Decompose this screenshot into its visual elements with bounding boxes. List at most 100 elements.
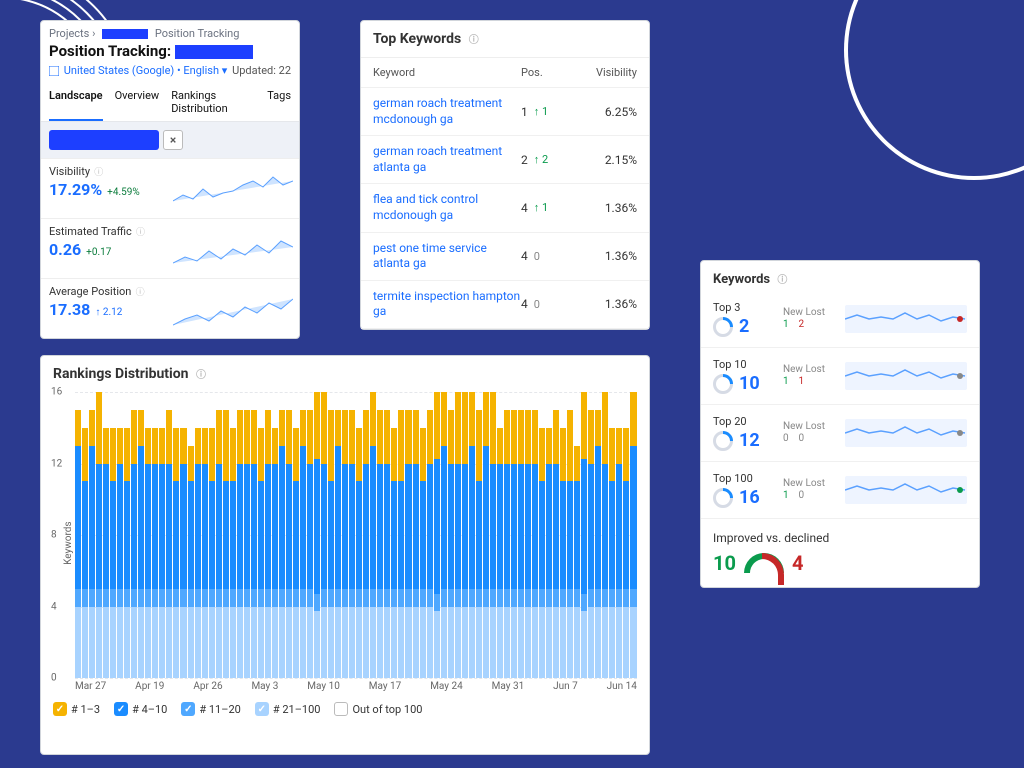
summary-row[interactable]: Top 3 2 New Lost 1 2 xyxy=(701,291,979,348)
title-text: Rankings Distribution xyxy=(53,366,188,382)
keyword-link[interactable]: german roach treatment atlanta ga xyxy=(373,144,521,175)
visibility-cell: 1.36% xyxy=(577,297,637,311)
x-tick: Jun 14 xyxy=(607,681,637,692)
panel-title: Top Keywords ⓘ xyxy=(361,21,649,58)
position-cell: 1 ↑ 1 xyxy=(521,105,577,119)
table-header: Keyword Pos. Visibility xyxy=(361,58,649,88)
keyword-link[interactable]: pest one time service atlanta ga xyxy=(373,241,521,272)
sparkline xyxy=(173,291,293,329)
info-icon[interactable]: ⓘ xyxy=(134,228,145,238)
y-tick: 4 xyxy=(51,601,57,612)
decor-circle xyxy=(844,0,1024,180)
y-axis-label: Keywords xyxy=(63,521,74,564)
legend-item-21-100[interactable]: ✓# 21–100 xyxy=(255,702,321,716)
legend-label: # 21–100 xyxy=(273,703,321,716)
redacted-block xyxy=(175,45,253,59)
locale-selector[interactable]: United States (Google) • English ▾ xyxy=(49,64,227,77)
sparkline xyxy=(173,171,293,209)
tab-landscape[interactable]: Landscape xyxy=(49,89,103,121)
visibility-cell: 1.36% xyxy=(577,249,637,263)
row-label: Top 10 xyxy=(713,358,777,371)
updated-text: Updated: 22 xyxy=(232,64,291,77)
legend-label: # 11–20 xyxy=(199,703,240,716)
x-tick: May 31 xyxy=(492,681,525,692)
col-pos: Pos. xyxy=(521,66,577,79)
tab-tags[interactable]: Tags xyxy=(267,89,291,121)
info-icon[interactable]: ⓘ xyxy=(133,288,144,298)
position-cell: 4 ↑ 1 xyxy=(521,201,577,215)
metric-visibility[interactable]: Visibility ⓘ 17.29% +4.59% xyxy=(41,158,299,218)
row-count: 16 xyxy=(739,487,760,508)
y-tick: 16 xyxy=(51,387,62,398)
position-cell: 4 0 xyxy=(521,249,577,263)
metric-delta: +0.17 xyxy=(86,247,111,258)
improved-count: 10 xyxy=(713,551,736,575)
breadcrumb-page: Position Tracking xyxy=(155,27,240,40)
y-tick: 8 xyxy=(51,530,57,541)
tab-rankings[interactable]: Rankings Distribution xyxy=(171,89,255,121)
table-row: pest one time service atlanta ga 4 0 1.3… xyxy=(361,233,649,281)
col-vis: Visibility xyxy=(577,66,637,79)
position-cell: 2 ↑ 2 xyxy=(521,153,577,167)
metric-value: 0.26 xyxy=(49,240,81,259)
x-tick: Apr 26 xyxy=(193,681,222,692)
sparkline xyxy=(845,476,967,504)
breadcrumb-projects[interactable]: Projects xyxy=(49,27,89,40)
breadcrumb: Projects › Position Tracking xyxy=(41,21,299,40)
clear-chip-button[interactable]: × xyxy=(163,130,183,150)
metric-label: Visibility xyxy=(49,165,90,178)
x-tick: May 10 xyxy=(307,681,340,692)
x-tick: May 24 xyxy=(430,681,463,692)
legend-item-11-20[interactable]: ✓# 11–20 xyxy=(181,702,240,716)
x-tick: May 3 xyxy=(251,681,278,692)
ring-icon xyxy=(713,431,733,451)
row-count: 10 xyxy=(739,373,760,394)
keyword-link[interactable]: german roach treatment mcdonough ga xyxy=(373,96,521,127)
legend-item-out[interactable]: Out of top 100 xyxy=(334,702,422,716)
x-tick: Mar 27 xyxy=(75,681,106,692)
declined-count: 4 xyxy=(792,551,803,575)
filter-chip[interactable] xyxy=(49,130,159,150)
y-tick: 0 xyxy=(51,673,57,684)
info-icon[interactable]: ⓘ xyxy=(196,370,206,381)
metric-traffic[interactable]: Estimated Traffic ⓘ 0.26 +0.17 xyxy=(41,218,299,278)
summary-row[interactable]: Top 20 12 New Lost 0 0 xyxy=(701,405,979,462)
keyword-link[interactable]: termite inspection hampton ga xyxy=(373,289,521,320)
legend-item-4-10[interactable]: ✓# 4–10 xyxy=(114,702,167,716)
x-tick: Apr 19 xyxy=(135,681,164,692)
table-row: termite inspection hampton ga 4 0 1.36% xyxy=(361,281,649,329)
page-title: Position Tracking: xyxy=(41,40,299,62)
row-label: Top 3 xyxy=(713,301,777,314)
keyword-link[interactable]: flea and tick control mcdonough ga xyxy=(373,192,521,223)
tabs: Landscape Overview Rankings Distribution… xyxy=(41,83,299,122)
summary-row[interactable]: Top 100 16 New Lost 1 0 xyxy=(701,462,979,519)
position-cell: 4 0 xyxy=(521,297,577,311)
table-row: german roach treatment atlanta ga 2 ↑ 2 … xyxy=(361,136,649,184)
metric-label: Average Position xyxy=(49,285,131,298)
position-tracking-panel: Projects › Position Tracking Position Tr… xyxy=(40,20,300,339)
row-count: 2 xyxy=(739,316,749,337)
filter-chip-row: × xyxy=(41,122,299,158)
ring-icon xyxy=(713,374,733,394)
improved-vs-declined: Improved vs. declined 10 4 xyxy=(701,519,979,587)
stacked-bar-chart: 0481216 Mar 27Apr 19Apr 26May 3May 10May… xyxy=(75,392,637,692)
table-row: flea and tick control mcdonough ga 4 ↑ 1… xyxy=(361,184,649,232)
table-row: german roach treatment mcdonough ga 1 ↑ … xyxy=(361,88,649,136)
sparkline xyxy=(845,362,967,390)
info-icon[interactable]: ⓘ xyxy=(469,35,479,46)
visibility-cell: 1.36% xyxy=(577,201,637,215)
row-label: Top 100 xyxy=(713,472,777,485)
metric-delta: +4.59% xyxy=(107,187,140,198)
legend-item-1-3[interactable]: ✓# 1–3 xyxy=(53,702,100,716)
sparkline xyxy=(173,231,293,269)
info-icon[interactable]: ⓘ xyxy=(92,168,103,178)
legend-label: Out of top 100 xyxy=(352,703,422,716)
legend-label: # 4–10 xyxy=(132,703,167,716)
summary-row[interactable]: Top 10 10 New Lost 1 1 xyxy=(701,348,979,405)
metric-avg-position[interactable]: Average Position ⓘ 17.38 ↑ 2.12 xyxy=(41,278,299,338)
visibility-cell: 2.15% xyxy=(577,153,637,167)
tab-overview[interactable]: Overview xyxy=(115,89,160,121)
info-icon[interactable]: ⓘ xyxy=(777,275,787,286)
row-count: 12 xyxy=(739,430,760,451)
gauge-icon xyxy=(744,553,784,573)
